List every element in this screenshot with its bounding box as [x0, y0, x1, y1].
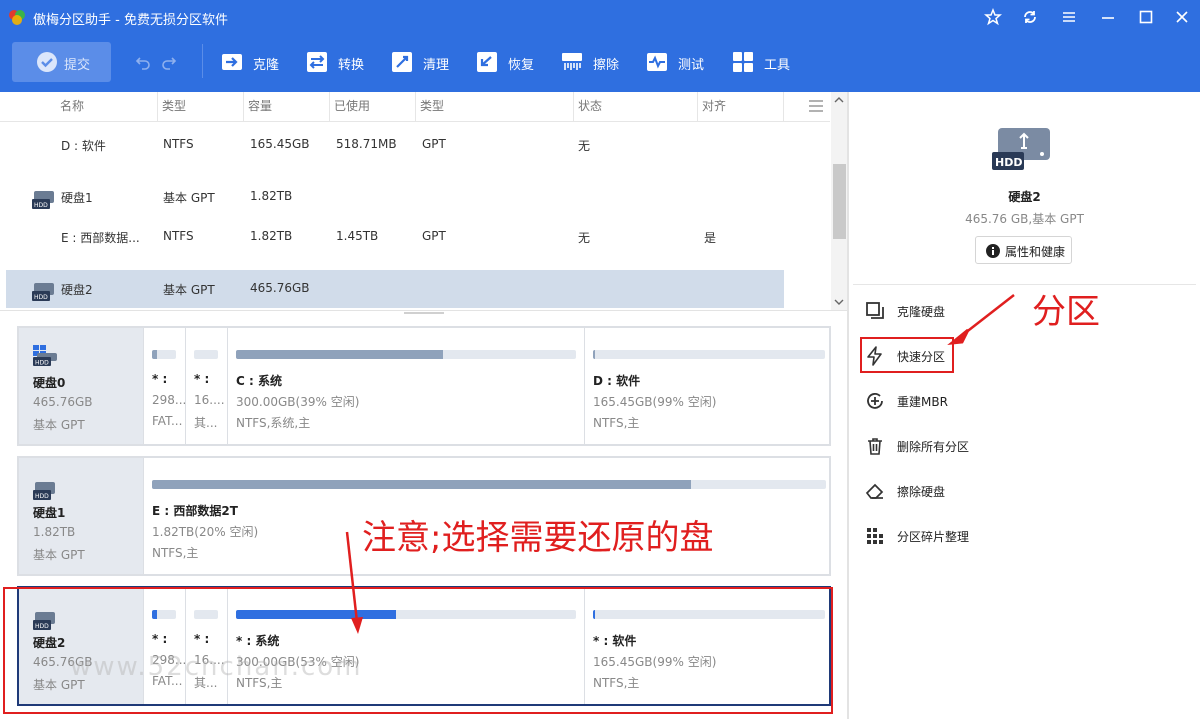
partition-block[interactable]: * : 16.... 其...: [185, 328, 227, 444]
col-header-type[interactable]: 类型: [158, 92, 244, 122]
clean-icon: [392, 52, 412, 72]
toolbar-divider: [202, 44, 203, 78]
maximize-icon[interactable]: [1137, 8, 1155, 26]
refresh-icon[interactable]: [1021, 8, 1039, 26]
convert-icon: [307, 52, 327, 72]
hdd-icon: HDD: [32, 283, 54, 301]
submit-button[interactable]: 提交: [12, 42, 111, 82]
svg-text:HDD: HDD: [35, 493, 49, 500]
divider: [853, 284, 1196, 285]
hdd-icon: HDD: [33, 482, 55, 500]
usage-bar: [236, 350, 576, 359]
col-header-ptype[interactable]: 类型: [416, 92, 574, 122]
properties-health-button[interactable]: 属性和健康: [975, 236, 1072, 264]
minimize-icon[interactable]: [1099, 8, 1117, 26]
rebuild-icon: [867, 393, 883, 409]
annotation-highlight-disk: [3, 587, 833, 714]
usage-fill: [236, 350, 444, 359]
scroll-up-icon[interactable]: [834, 96, 844, 104]
usage-fill: [152, 480, 692, 489]
table-row[interactable]: D : 软件 NTFS 165.45GB 518.71MB GPT 无: [6, 126, 784, 164]
scrollbar-thumb[interactable]: [833, 164, 846, 239]
recover-icon: [477, 52, 497, 72]
usage-fill: [593, 350, 596, 359]
window-title: 傲梅分区助手 - 免费无损分区软件: [33, 13, 228, 28]
svg-text:HDD: HDD: [34, 202, 48, 209]
toolbar: 提交 克隆 转换 清理 恢复 擦除 测试 工具: [0, 34, 1200, 92]
undo-icon[interactable]: [134, 53, 152, 71]
windows-hdd-icon: HDD: [33, 345, 57, 367]
wipe-icon: [562, 53, 582, 70]
disk-info: HDD 硬盘1 1.82TB 基本 GPT: [19, 458, 143, 574]
partition-list: 名称 类型 容量 已使用 类型 状态 对齐 D : 软件 NTFS 165.45…: [0, 92, 847, 314]
usage-bar: [194, 350, 218, 359]
svg-text:HDD: HDD: [995, 156, 1022, 169]
title-bar: 傲梅分区助手 - 免费无损分区软件: [0, 0, 1200, 34]
test-icon: [647, 53, 667, 71]
redo-icon[interactable]: [160, 53, 178, 71]
usage-fill: [152, 350, 157, 359]
usage-bar: [152, 350, 176, 359]
hdd-icon: HDD: [32, 191, 54, 209]
svg-text:HDD: HDD: [34, 294, 48, 301]
svg-text:HDD: HDD: [35, 360, 49, 367]
operations-panel: HDD 硬盘2 465.76 GB,基本 GPT 属性和健康 克隆硬盘 快速分区…: [849, 92, 1200, 719]
table-row-selected[interactable]: HDD 硬盘2 基本 GPT 465.76GB: [6, 270, 784, 308]
table-row[interactable]: E : 西部数据... NTFS 1.82TB 1.45TB GPT 无 是: [6, 218, 784, 256]
eraser-icon: [865, 483, 884, 499]
app-logo-icon: [9, 10, 25, 25]
partition-block[interactable]: D : 软件 165.45GB(99% 空闲) NTFS,主: [584, 328, 829, 444]
col-header-capacity[interactable]: 容量: [244, 92, 330, 122]
partition-block[interactable]: * : 298... FAT...: [143, 328, 186, 444]
tools-icon: [733, 52, 753, 72]
partition-block[interactable]: C : 系统 300.00GB(39% 空闲) NTFS,系统,主: [227, 328, 584, 444]
watermark: www.52cnchan.com: [70, 652, 363, 682]
disk-info: HDD 硬盘0 465.76GB 基本 GPT: [19, 328, 143, 444]
annotation-highlight-quick-partition: [860, 337, 954, 373]
annotation-note-label: 注意;选择需要还原的盘: [362, 518, 714, 558]
clone-disk-icon: [866, 302, 884, 319]
clone-icon: [222, 54, 242, 70]
annotation-partition-label: 分区: [1032, 292, 1100, 332]
info-icon: [986, 244, 1000, 258]
usage-bar: [152, 480, 826, 489]
col-header-used[interactable]: 已使用: [330, 92, 416, 122]
col-header-name[interactable]: 名称: [56, 92, 158, 122]
close-icon[interactable]: [1173, 8, 1191, 26]
list-header: 名称 类型 容量 已使用 类型 状态 对齐: [0, 92, 830, 122]
favorite-star-icon[interactable]: [984, 8, 1002, 26]
col-header-align[interactable]: 对齐: [698, 92, 784, 122]
defrag-icon: [867, 528, 883, 544]
column-settings-icon[interactable]: [808, 99, 824, 113]
menu-icon[interactable]: [1060, 8, 1078, 26]
check-circle-icon: [37, 52, 57, 72]
selected-disk-info: 465.76 GB,基本 GPT: [965, 212, 1084, 226]
trash-icon: [868, 438, 882, 455]
table-row[interactable]: HDD 硬盘1 基本 GPT 1.82TB: [6, 178, 784, 216]
usage-bar: [593, 350, 825, 359]
selected-disk-name: 硬盘2: [1008, 190, 1041, 204]
disk-card[interactable]: HDD 硬盘0 465.76GB 基本 GPT * : 298... FAT..…: [17, 326, 831, 446]
hdd-large-icon: HDD: [992, 128, 1050, 170]
col-header-status[interactable]: 状态: [574, 92, 698, 122]
scroll-down-icon[interactable]: [834, 298, 844, 306]
list-scrollbar[interactable]: [831, 92, 847, 314]
